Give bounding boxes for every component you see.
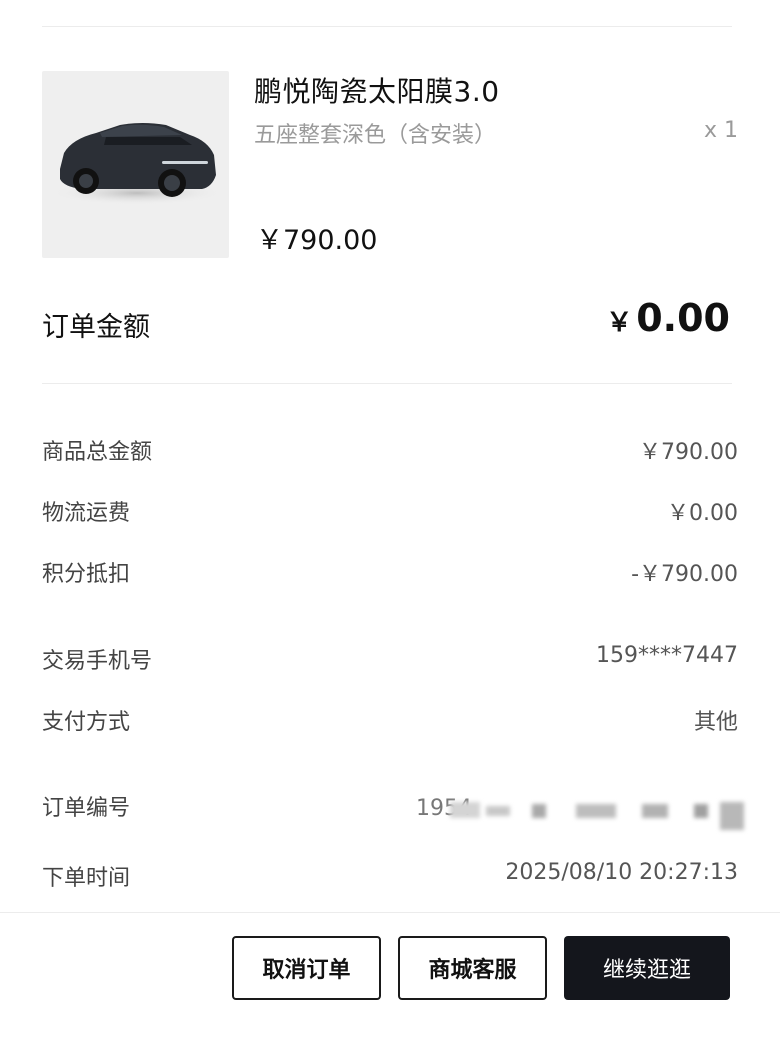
- phone-value: 159****7447: [596, 643, 738, 668]
- order-total-amount: 0.00: [636, 296, 730, 340]
- product-quantity: x 1: [703, 118, 738, 143]
- car-photo-icon: [51, 123, 223, 205]
- phone-label: 交易手机号: [42, 649, 153, 674]
- goods-total-value: ￥790.00: [639, 440, 738, 465]
- top-divider: [42, 26, 732, 27]
- total-divider: [42, 383, 732, 384]
- order-number-label: 订单编号: [42, 796, 131, 821]
- shipping-value: ￥0.00: [667, 501, 738, 526]
- payment-method-value: 其他: [693, 710, 738, 735]
- points-deduction-label: 积分抵扣: [42, 562, 131, 587]
- customer-service-button[interactable]: 商城客服: [398, 936, 547, 1000]
- order-total-value: ￥ 0.00: [606, 296, 730, 340]
- order-time-label: 下单时间: [42, 866, 131, 891]
- points-deduction-value: -￥790.00: [631, 562, 738, 587]
- shipping-label: 物流运费: [42, 501, 131, 526]
- product-price: ￥790.00: [256, 225, 378, 256]
- continue-shopping-button[interactable]: 继续逛逛: [564, 936, 730, 1000]
- product-variant: 五座整套深色（含安装）: [254, 123, 497, 148]
- payment-method-label: 支付方式: [42, 710, 131, 735]
- goods-total-label: 商品总金额: [42, 440, 153, 465]
- order-total-label: 订单金额: [42, 312, 150, 343]
- product-name[interactable]: 鹏悦陶瓷太阳膜3.0: [254, 70, 500, 110]
- product-image[interactable]: [42, 71, 229, 258]
- order-total-currency: ￥: [606, 308, 633, 338]
- cancel-order-button[interactable]: 取消订单: [232, 936, 381, 1000]
- order-time-value: 2025/08/10 20:27:13: [505, 860, 738, 885]
